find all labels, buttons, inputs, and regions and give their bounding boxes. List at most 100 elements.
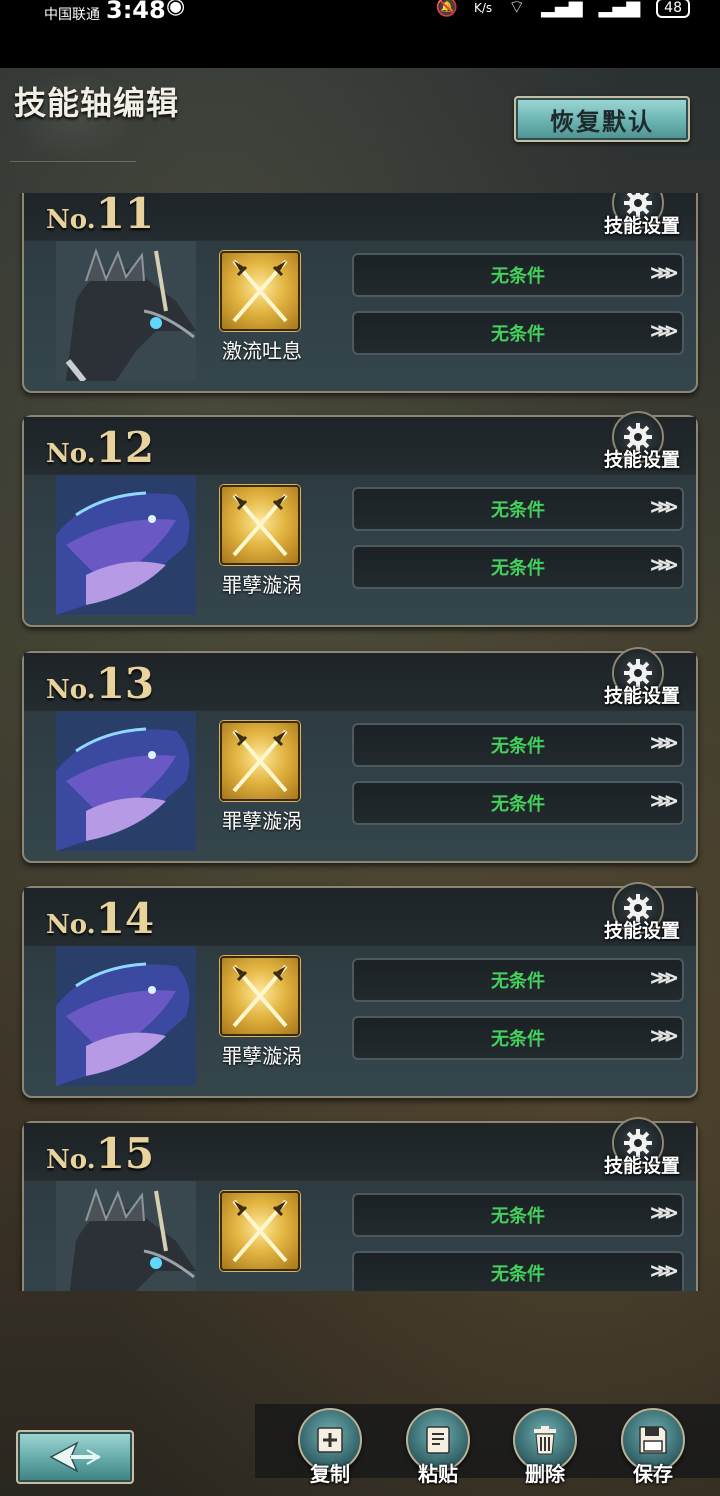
triple-chevron-right-icon: >>> <box>650 789 678 814</box>
clock: 3:48 <box>106 0 166 24</box>
skill-settings-label[interactable]: 技能设置 <box>604 1151 680 1178</box>
skill-timeline-list[interactable]: No.11 技能设置 激流吐息 无条件 >>> 无条件 >>> No.12 技能设置 罪孽漩涡 无条… <box>0 193 720 1291</box>
crossed-swords-icon <box>232 1199 288 1263</box>
triple-chevron-right-icon: >>> <box>650 731 678 756</box>
triple-chevron-right-icon: >>> <box>650 1259 678 1284</box>
character-portrait <box>56 946 196 1086</box>
skill-card-12: No.12 技能设置 罪孽漩涡 无条件 >>> 无条件 >>> <box>22 411 698 627</box>
skill-icon-button[interactable] <box>220 251 300 331</box>
condition-text: 无条件 <box>491 500 545 521</box>
copy-add-icon <box>317 1427 343 1453</box>
triple-chevron-right-icon: >>> <box>650 495 678 520</box>
skill-card-11: No.11 技能设置 激流吐息 无条件 >>> 无条件 >>> <box>22 193 698 393</box>
skill-card-15: No.15 技能设置 无条件 >>> 无条件 >>> <box>22 1117 698 1291</box>
card-number: No.11 <box>46 193 154 238</box>
skill-card-14: No.14 技能设置罪孽漩涡 无条件 >>> 无条件 >>> <box>22 882 698 1098</box>
condition-text: 无条件 <box>491 1029 545 1050</box>
skill-name: 罪孽漩涡 <box>222 573 302 597</box>
battery-indicator: 48 <box>656 0 690 18</box>
number-prefix: No. <box>46 1145 96 1175</box>
card-number: No.14 <box>46 894 154 943</box>
skill-icon-button[interactable] <box>220 721 300 801</box>
skill-settings-label[interactable]: 技能设置 <box>604 681 680 708</box>
back-button[interactable] <box>16 1430 134 1484</box>
game-screen: 技能轴编辑 恢复默认 No.11 技能设置 激流吐息 无条件 >>> 无条件 >>> No.1… <box>0 68 720 1496</box>
triple-chevron-right-icon: >>> <box>650 261 678 286</box>
floppy-disk-icon <box>639 1426 667 1454</box>
character-portrait <box>56 711 196 851</box>
number-prefix: No. <box>46 675 96 705</box>
triple-chevron-right-icon: >>> <box>650 1024 678 1049</box>
delete-button[interactable]: 删除 <box>505 1408 585 1492</box>
whale-portrait-icon <box>56 711 196 851</box>
skill-name: 激流吐息 <box>222 339 302 363</box>
condition-selector-2[interactable]: 无条件 >>> <box>352 1016 684 1060</box>
condition-selector-1[interactable]: 无条件 >>> <box>352 1193 684 1237</box>
condition-selector-2[interactable]: 无条件 >>> <box>352 311 684 355</box>
crossed-swords-icon <box>232 964 288 1028</box>
number-value: 13 <box>95 659 155 708</box>
number-value: 11 <box>95 193 155 238</box>
condition-text: 无条件 <box>491 971 545 992</box>
paste-button[interactable]: 粘贴 <box>398 1408 478 1492</box>
card-number: No.12 <box>46 423 154 472</box>
whale-portrait-icon <box>56 946 196 1086</box>
dragon-portrait-icon <box>56 241 196 381</box>
paste-label: 粘贴 <box>418 1462 458 1486</box>
condition-selector-1[interactable]: 无条件 >>> <box>352 487 684 531</box>
skill-settings-label[interactable]: 技能设置 <box>604 916 680 943</box>
triple-chevron-right-icon: >>> <box>650 553 678 578</box>
network-speed: K/s <box>474 0 493 15</box>
signal-icon: ▂▄▆ <box>541 0 583 18</box>
condition-selector-1[interactable]: 无条件 >>> <box>352 958 684 1002</box>
condition-text: 无条件 <box>491 736 545 757</box>
character-portrait <box>56 241 196 381</box>
paste-icon <box>426 1426 450 1454</box>
crossed-swords-icon <box>232 493 288 557</box>
page-title: 技能轴编辑 <box>14 84 180 122</box>
number-value: 15 <box>95 1129 155 1178</box>
triple-chevron-right-icon: >>> <box>650 319 678 344</box>
trash-icon <box>534 1426 556 1455</box>
character-portrait <box>56 475 196 615</box>
number-prefix: No. <box>46 439 96 469</box>
skill-card-13: No.13 技能设置 罪孽漩涡 无条件 >>> 无条件 >>> <box>22 647 698 863</box>
eye-icon: ◉ <box>166 0 186 19</box>
copy-label: 复制 <box>310 1462 350 1486</box>
wifi-icon: ⌔ <box>508 0 526 18</box>
condition-text: 无条件 <box>491 1264 545 1285</box>
condition-selector-1[interactable]: 无条件 >>> <box>352 723 684 767</box>
condition-selector-2[interactable]: 无条件 >>> <box>352 545 684 589</box>
status-icons: 🔕 K/s ⌔ ▂▄▆ ▂▄▆ 48 <box>436 0 690 19</box>
character-portrait <box>56 1181 196 1291</box>
restore-default-button[interactable]: 恢复默认 <box>514 96 690 142</box>
skill-name: 罪孽漩涡 <box>222 1044 302 1068</box>
condition-text: 无条件 <box>491 1206 545 1227</box>
number-value: 12 <box>95 423 155 472</box>
crossed-swords-icon <box>232 259 288 323</box>
skill-settings-label[interactable]: 技能设置 <box>604 445 680 472</box>
carrier-name: 中国联通 <box>44 7 100 23</box>
dragon-portrait-icon <box>56 1181 196 1291</box>
save-button[interactable]: 保存 <box>613 1408 693 1492</box>
condition-selector-2[interactable]: 无条件 >>> <box>352 781 684 825</box>
skill-icon-button[interactable] <box>220 485 300 565</box>
card-number: No.13 <box>46 659 154 708</box>
condition-selector-2[interactable]: 无条件 >>> <box>352 1251 684 1291</box>
skill-icon-button[interactable] <box>220 1191 300 1271</box>
condition-selector-1[interactable]: 无条件 >>> <box>352 253 684 297</box>
copy-button[interactable]: 复制 <box>290 1408 370 1492</box>
card-number: No.15 <box>46 1129 154 1178</box>
skill-settings-label[interactable]: 技能设置 <box>604 211 680 238</box>
condition-text: 无条件 <box>491 324 545 345</box>
mute-bell-icon: 🔕 <box>435 0 459 18</box>
skill-icon-button[interactable] <box>220 956 300 1036</box>
number-prefix: No. <box>46 910 96 940</box>
condition-text: 无条件 <box>491 794 545 815</box>
whale-portrait-icon <box>56 475 196 615</box>
number-prefix: No. <box>46 205 96 235</box>
save-label: 保存 <box>633 1462 673 1486</box>
triple-chevron-right-icon: >>> <box>650 966 678 991</box>
back-arrow-icon <box>49 1441 101 1473</box>
signal-icon-2: ▂▄▆ <box>598 0 641 18</box>
